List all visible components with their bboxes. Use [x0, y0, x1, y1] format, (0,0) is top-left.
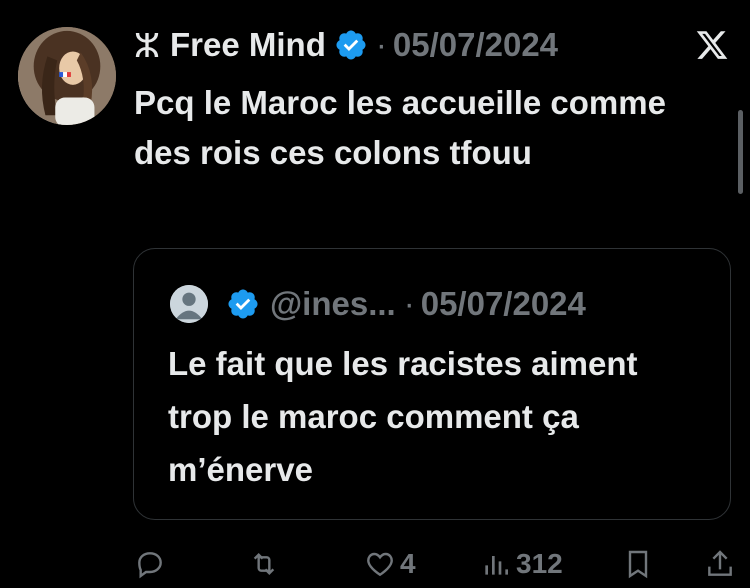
like-count: 4: [400, 548, 416, 579]
quoted-author-avatar[interactable]: [170, 285, 208, 323]
scrollbar[interactable]: [738, 110, 743, 194]
like-button[interactable]: 4: [364, 548, 416, 580]
x-logo-icon[interactable]: [694, 28, 730, 62]
bookmark-icon: [628, 550, 648, 579]
bookmark-button[interactable]: [622, 548, 654, 580]
retweet-icon: [253, 552, 275, 576]
views-count: 312: [516, 548, 563, 579]
quoted-handle[interactable]: @ines...: [270, 285, 396, 323]
quoted-tweet-text: Le fait que les racistes aiment trop le …: [168, 345, 638, 488]
verified-badge-icon: [336, 30, 366, 60]
tweet-date[interactable]: 05/07/2024: [393, 26, 558, 64]
share-icon: [708, 550, 732, 576]
author-symbol: ⵣ: [134, 26, 161, 64]
author-avatar[interactable]: [18, 27, 116, 125]
user-avatar-photo-icon: [18, 27, 116, 125]
action-bar: 4 312: [0, 548, 750, 588]
tweet-text: Pcq le Maroc les accueille comme des roi…: [134, 84, 666, 171]
heart-icon: [367, 552, 393, 577]
retweet-button[interactable]: [248, 548, 284, 580]
tweet-header: ⵣ Free Mind · 05/07/2024: [134, 24, 558, 66]
default-avatar-icon: [170, 285, 208, 323]
header-separator: ·: [375, 26, 387, 63]
reply-button[interactable]: [134, 548, 170, 580]
verified-badge-icon: [228, 289, 258, 319]
quoted-tweet-header: @ines... · 05/07/2024: [170, 283, 586, 325]
quoted-separator: ·: [403, 285, 415, 322]
quoted-tweet-card[interactable]: @ines... · 05/07/2024 Le fait que les ra…: [133, 248, 731, 520]
quoted-date[interactable]: 05/07/2024: [421, 285, 586, 323]
share-button[interactable]: [704, 548, 736, 580]
reply-icon: [138, 552, 162, 579]
author-name[interactable]: Free Mind: [170, 26, 326, 64]
views-icon: [485, 556, 508, 575]
views-button[interactable]: 312: [480, 548, 563, 580]
